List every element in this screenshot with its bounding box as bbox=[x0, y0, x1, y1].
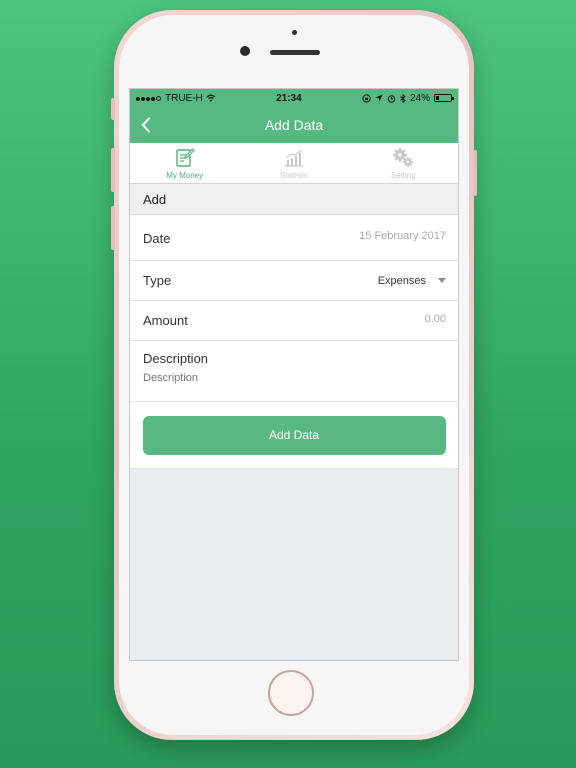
tab-label: My Money bbox=[166, 170, 204, 180]
page-title: Add Data bbox=[264, 117, 324, 133]
status-bar: TRUE-H 21:34 24% bbox=[130, 89, 458, 107]
home-button[interactable] bbox=[268, 670, 314, 716]
description-row: Description bbox=[130, 341, 458, 402]
tab-label: Setting bbox=[390, 170, 416, 180]
date-row[interactable]: Date 15 February 2017 bbox=[130, 215, 458, 261]
tab-label: Statistic bbox=[279, 170, 308, 180]
tab-statistic[interactable]: Statistic bbox=[239, 143, 348, 183]
carrier-name: TRUE-H bbox=[165, 92, 203, 104]
proximity-sensor bbox=[292, 30, 297, 35]
battery-percent: 24% bbox=[409, 92, 430, 104]
volume-down-button bbox=[111, 206, 115, 250]
screen-lock-icon bbox=[362, 93, 371, 103]
volume-up-button bbox=[111, 148, 115, 192]
amount-label: Amount bbox=[143, 313, 188, 328]
amount-input[interactable]: 0.00 bbox=[425, 313, 446, 325]
battery-icon bbox=[434, 94, 454, 102]
type-row[interactable]: Type Expenses bbox=[130, 261, 458, 301]
add-data-button[interactable]: Add Data bbox=[142, 415, 446, 455]
description-input[interactable] bbox=[143, 372, 423, 384]
button-area: Add Data bbox=[130, 402, 458, 469]
date-label: Date bbox=[143, 230, 171, 246]
chevron-left-icon bbox=[141, 117, 150, 133]
amount-row[interactable]: Amount 0.00 bbox=[130, 301, 458, 341]
date-value[interactable]: 15 February 2017 bbox=[359, 230, 446, 242]
type-select[interactable]: Expenses bbox=[378, 275, 446, 287]
description-label: Description bbox=[143, 351, 209, 366]
notepad-pencil-icon bbox=[175, 147, 195, 167]
bar-chart-icon bbox=[284, 149, 303, 167]
wifi-icon bbox=[206, 94, 216, 102]
bluetooth-icon bbox=[400, 93, 406, 103]
tab-bar: My Money Statistic Setting bbox=[130, 143, 458, 184]
gears-icon bbox=[393, 147, 414, 167]
section-header: Add bbox=[130, 184, 458, 215]
location-icon bbox=[375, 94, 383, 102]
navigation-bar: Add Data bbox=[130, 107, 458, 143]
tab-my-money[interactable]: My Money bbox=[130, 143, 239, 183]
tab-setting[interactable]: Setting bbox=[349, 143, 458, 183]
alarm-icon bbox=[387, 94, 396, 103]
status-time: 21:34 bbox=[276, 92, 302, 104]
type-value: Expenses bbox=[377, 274, 426, 287]
front-camera bbox=[240, 46, 250, 56]
type-label: Type bbox=[143, 273, 172, 288]
app-screen: TRUE-H 21:34 24% Add Data My Money Stati… bbox=[129, 88, 459, 661]
earpiece-speaker bbox=[270, 50, 320, 55]
section-title: Add bbox=[143, 191, 167, 207]
chevron-down-icon bbox=[438, 278, 446, 283]
signal-icon bbox=[136, 93, 162, 104]
power-button bbox=[473, 150, 477, 196]
back-button[interactable] bbox=[136, 114, 156, 136]
mute-switch bbox=[111, 98, 115, 120]
